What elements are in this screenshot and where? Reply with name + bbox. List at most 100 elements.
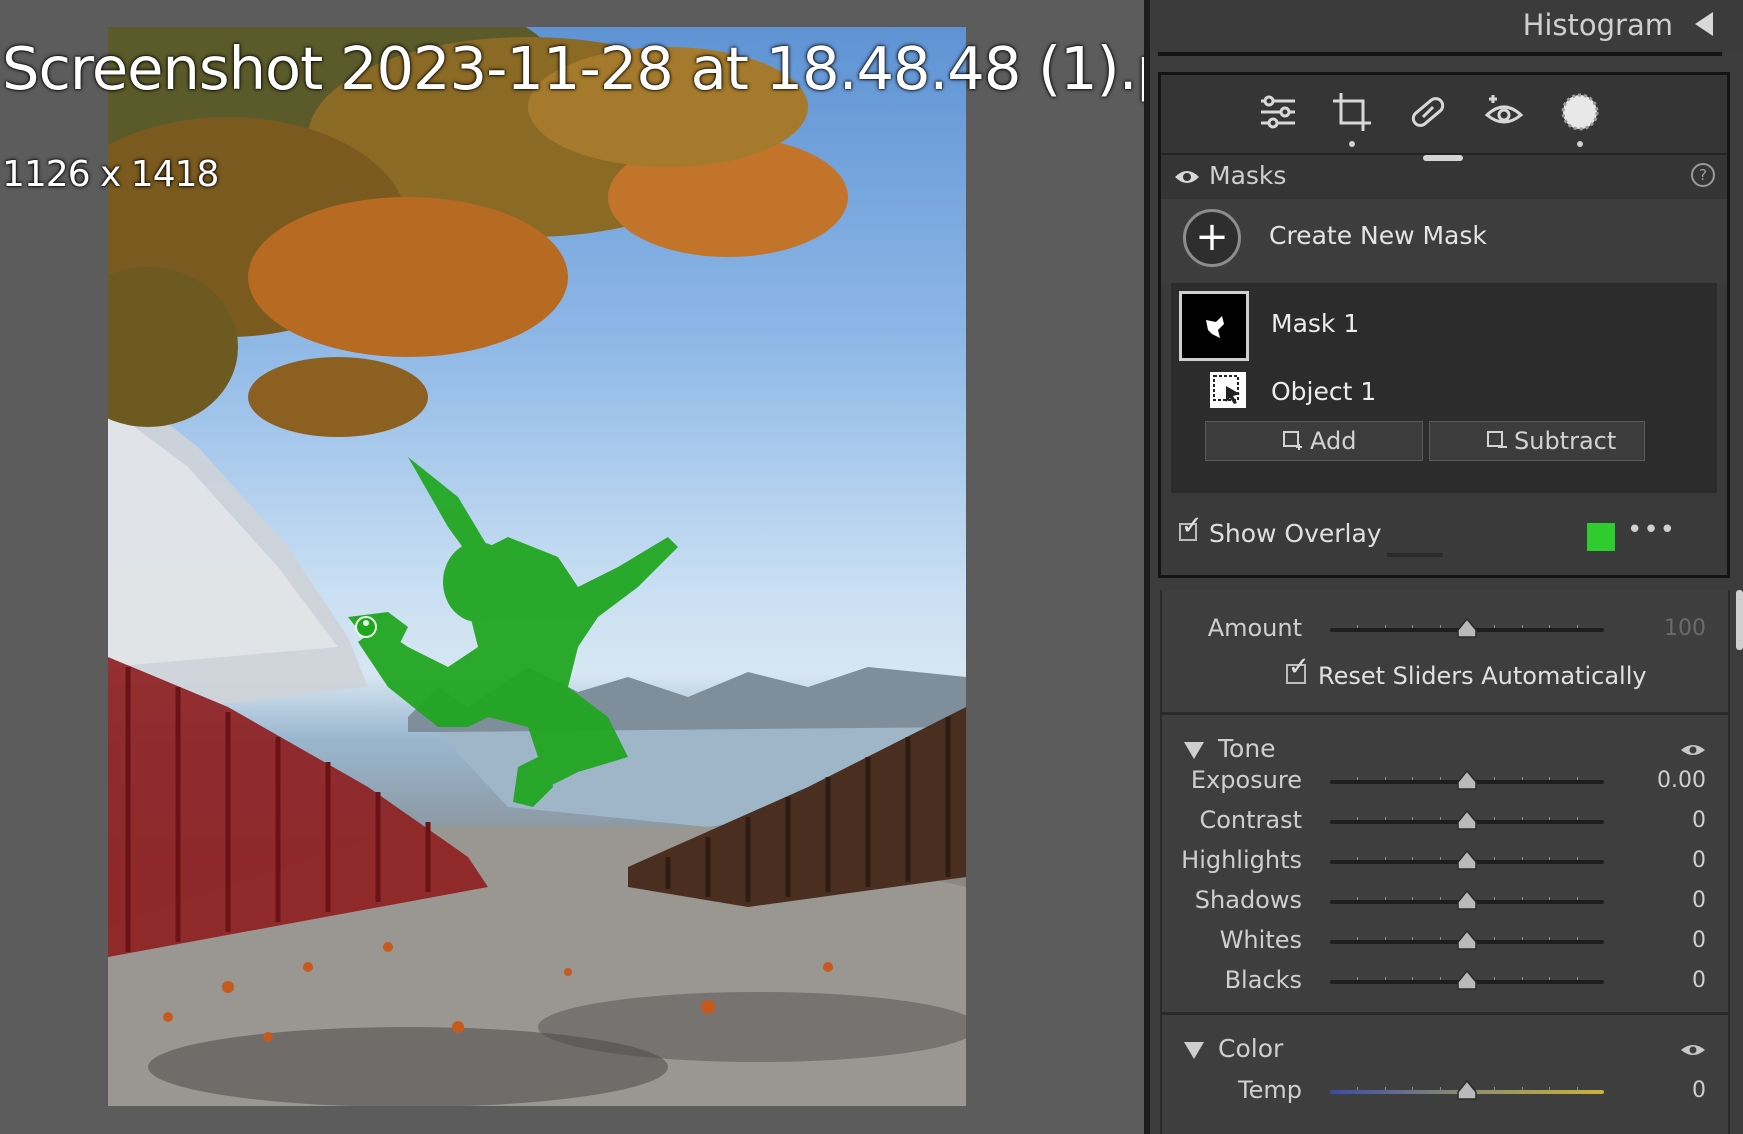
slider-tick — [1357, 857, 1359, 860]
shadows-value[interactable]: 0 — [1626, 888, 1706, 913]
slider-tick — [1384, 625, 1386, 628]
amount-slider[interactable] — [1330, 617, 1604, 638]
color-section-header[interactable]: Color — [1184, 1034, 1283, 1063]
tone-title: Tone — [1218, 734, 1276, 763]
slider-thumb[interactable] — [1456, 617, 1478, 643]
mask-1-card[interactable]: Mask 1 Object 1 Add Subtract — [1171, 283, 1717, 493]
color-title: Color — [1218, 1034, 1284, 1063]
overlay-color-swatch[interactable] — [1587, 523, 1615, 551]
slider-thumb[interactable] — [1456, 1079, 1478, 1105]
create-mask-button[interactable]: + — [1183, 209, 1241, 267]
slider-tick — [1521, 897, 1523, 900]
masking-icon[interactable] — [1557, 89, 1603, 147]
slider-tick — [1384, 857, 1386, 860]
crop-icon[interactable] — [1329, 89, 1375, 147]
edit-toolbar — [1161, 75, 1727, 155]
panel-scrollbar[interactable] — [1736, 590, 1743, 650]
slider-thumb[interactable] — [1456, 809, 1478, 835]
color-eye-icon[interactable] — [1680, 1040, 1706, 1060]
mask-thumbnail[interactable] — [1179, 291, 1249, 361]
mask-1-label[interactable]: Mask 1 — [1271, 309, 1359, 338]
create-new-mask-row[interactable]: + Create New Mask — [1161, 199, 1727, 283]
exposure-value[interactable]: 0.00 — [1626, 768, 1706, 793]
help-icon[interactable]: ? — [1691, 163, 1715, 187]
slider-tick — [1357, 937, 1359, 940]
subtract-button[interactable]: Subtract — [1429, 421, 1645, 461]
tone-section-header[interactable]: Tone — [1184, 734, 1276, 763]
slider-tick — [1439, 777, 1441, 780]
object-select-icon[interactable] — [1207, 369, 1249, 411]
eye-icon[interactable] — [1173, 165, 1201, 189]
blacks-label: Blacks — [1224, 966, 1302, 994]
slider-tick — [1412, 1087, 1414, 1090]
exposure-slider[interactable] — [1330, 769, 1604, 790]
slider-tick — [1576, 777, 1578, 780]
shadows-slider[interactable] — [1330, 889, 1604, 910]
slider-tick — [1494, 777, 1496, 780]
redeye-icon[interactable] — [1481, 89, 1527, 135]
slider-tick — [1549, 977, 1551, 980]
slider-thumb[interactable] — [1456, 929, 1478, 955]
slider-tick — [1576, 817, 1578, 820]
photo-filename-overlay: Screenshot 2023-11-28 at 18.48.48 (1).pn… — [2, 34, 1247, 103]
photo-canvas-area[interactable]: Screenshot 2023-11-28 at 18.48.48 (1).pn… — [0, 0, 1247, 1134]
edit-sliders-icon[interactable] — [1255, 89, 1301, 135]
photo-preview[interactable] — [108, 27, 966, 1106]
healing-icon[interactable] — [1405, 89, 1451, 135]
slider-thumb[interactable] — [1456, 769, 1478, 795]
blacks-slider[interactable] — [1330, 969, 1604, 990]
disclosure-triangle-icon[interactable] — [1184, 741, 1204, 759]
amount-value[interactable]: 100 — [1626, 616, 1706, 641]
slider-tick — [1494, 857, 1496, 860]
whites-value[interactable]: 0 — [1626, 928, 1706, 953]
whites-label: Whites — [1219, 926, 1302, 954]
slider-tick — [1576, 977, 1578, 980]
collapse-triangle-icon[interactable] — [1695, 12, 1713, 36]
tone-eye-icon[interactable] — [1680, 740, 1706, 760]
histogram-header[interactable]: Histogram — [1150, 0, 1743, 52]
checkmark-icon: ✓ — [1181, 511, 1203, 541]
slider-tick — [1412, 977, 1414, 980]
slider-tick — [1357, 777, 1359, 780]
blacks-value[interactable]: 0 — [1626, 968, 1706, 993]
subtract-mask-icon — [1487, 431, 1507, 448]
more-options-icon[interactable]: ••• — [1627, 515, 1676, 545]
slider-tick — [1576, 857, 1578, 860]
slider-tick — [1384, 817, 1386, 820]
highlights-value[interactable]: 0 — [1626, 848, 1706, 873]
masks-header[interactable]: Masks ? — [1161, 155, 1727, 199]
disclosure-triangle-icon[interactable] — [1184, 1041, 1204, 1059]
slider-tick — [1357, 625, 1359, 628]
contrast-slider[interactable] — [1330, 809, 1604, 830]
slider-tick — [1357, 897, 1359, 900]
slider-tick — [1576, 937, 1578, 940]
slider-tick — [1384, 977, 1386, 980]
reset-sliders-label[interactable]: Reset Sliders Automatically — [1318, 662, 1647, 690]
add-button[interactable]: Add — [1205, 421, 1423, 461]
slider-tick — [1549, 817, 1551, 820]
panel-resize-handle[interactable] — [1387, 553, 1443, 557]
slider-tick — [1412, 625, 1414, 628]
resize-handle[interactable] — [1423, 155, 1463, 161]
slider-tick — [1494, 937, 1496, 940]
whites-slider[interactable] — [1330, 929, 1604, 950]
temp-value[interactable]: 0 — [1626, 1078, 1706, 1103]
slider-tick — [1549, 937, 1551, 940]
contrast-value[interactable]: 0 — [1626, 808, 1706, 833]
slider-tick — [1439, 1087, 1441, 1090]
contrast-label: Contrast — [1199, 806, 1302, 834]
object-1-label[interactable]: Object 1 — [1271, 377, 1376, 406]
slider-tick — [1439, 857, 1441, 860]
temp-slider[interactable] — [1330, 1079, 1604, 1100]
show-overlay-label[interactable]: Show Overlay — [1209, 519, 1382, 548]
highlights-slider[interactable] — [1330, 849, 1604, 870]
photo-scene — [108, 27, 966, 1106]
slider-tick — [1384, 937, 1386, 940]
create-new-mask-label[interactable]: Create New Mask — [1269, 221, 1487, 250]
slider-thumb[interactable] — [1456, 849, 1478, 875]
slider-thumb[interactable] — [1456, 969, 1478, 995]
masking-active-dot — [1577, 141, 1583, 147]
slider-tick — [1439, 937, 1441, 940]
slider-thumb[interactable] — [1456, 889, 1478, 915]
slider-tick — [1384, 777, 1386, 780]
